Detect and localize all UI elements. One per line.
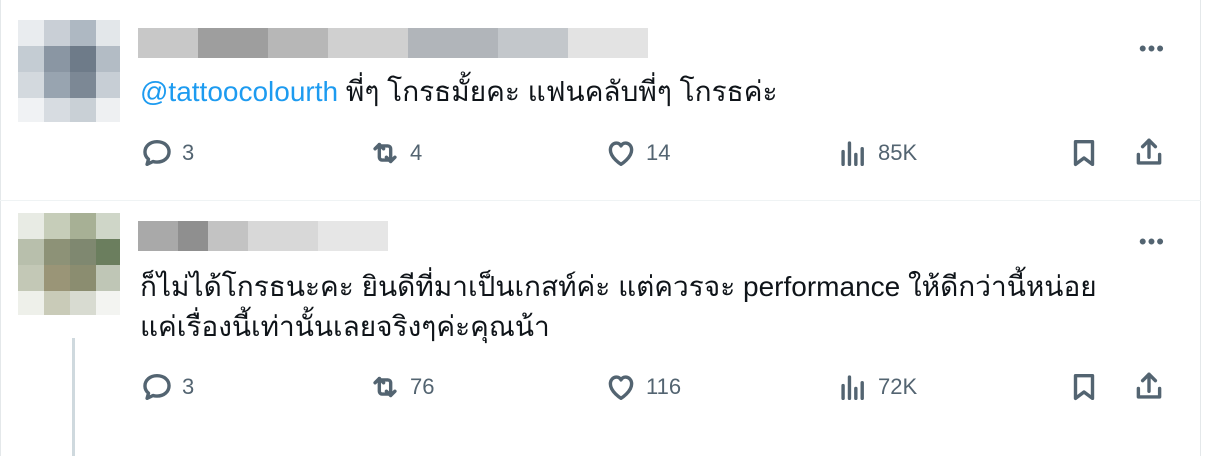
views-icon (841, 141, 864, 167)
bookmark-button[interactable] (1067, 370, 1101, 404)
mention-link[interactable]: @tattoocolourth (140, 76, 338, 107)
bookmark-icon (1073, 373, 1095, 401)
heart-icon (608, 375, 634, 401)
action-bar: 3 76 116 72K (140, 370, 1171, 410)
author-name-blurred[interactable] (138, 28, 648, 58)
reply-icon (143, 139, 171, 167)
like-count: 14 (646, 140, 671, 165)
author-name-blurred[interactable] (138, 221, 388, 251)
avatar[interactable] (18, 20, 120, 122)
tweet-text-line: แค่เรื่องนี้เท่านั้นเลยจริงๆค่ะคุณน้า (140, 311, 550, 342)
heart-icon (608, 141, 634, 167)
share-button[interactable] (1132, 136, 1166, 170)
share-icon (1136, 372, 1162, 399)
tweet-text: @tattoocolourth พี่ๆ โกรธมั้ยคะ แฟนคลับพ… (140, 72, 778, 112)
share-button[interactable] (1132, 370, 1166, 404)
retweet-count: 4 (410, 140, 423, 165)
views-count: 72K (878, 374, 918, 399)
action-bar: 3 4 14 85K (140, 136, 1171, 176)
retweet-icon (373, 142, 397, 164)
retweet-button[interactable]: 4 (368, 136, 422, 170)
like-count: 116 (646, 374, 682, 399)
reply-button[interactable]: 3 (140, 136, 194, 170)
more-icon[interactable]: ••• (1139, 38, 1165, 60)
tweet-text-content: พี่ๆ โกรธมั้ยคะ แฟนคลับพี่ๆ โกรธค่ะ (338, 76, 778, 107)
retweet-button[interactable]: 76 (368, 370, 434, 404)
like-button[interactable]: 14 (604, 136, 670, 170)
reply-count: 3 (182, 374, 195, 399)
reply-tweet[interactable]: ••• ก็ไม่ได้โกรธนะคะ ยินดีที่มาเป็นเกสท์… (0, 201, 1201, 456)
views-icon (841, 375, 864, 401)
more-icon[interactable]: ••• (1139, 231, 1165, 253)
reply-tweet[interactable]: ••• @tattoocolourth พี่ๆ โกรธมั้ยคะ แฟนค… (0, 0, 1201, 201)
thread-connector-line (72, 338, 75, 456)
views-button[interactable]: 85K (836, 136, 917, 170)
views-button[interactable]: 72K (836, 370, 917, 404)
bookmark-button[interactable] (1067, 136, 1101, 170)
views-count: 85K (878, 140, 918, 165)
reply-icon (143, 373, 171, 401)
like-button[interactable]: 116 (604, 370, 681, 404)
retweet-icon (373, 376, 397, 398)
bookmark-icon (1073, 139, 1095, 167)
tweet-text: ก็ไม่ได้โกรธนะคะ ยินดีที่มาเป็นเกสท์ค่ะ … (140, 267, 1097, 347)
retweet-count: 76 (410, 374, 435, 399)
avatar[interactable] (18, 213, 120, 315)
reply-button[interactable]: 3 (140, 370, 194, 404)
share-icon (1136, 138, 1162, 165)
reply-count: 3 (182, 140, 195, 165)
tweet-text-line: ก็ไม่ได้โกรธนะคะ ยินดีที่มาเป็นเกสท์ค่ะ … (140, 271, 1097, 302)
